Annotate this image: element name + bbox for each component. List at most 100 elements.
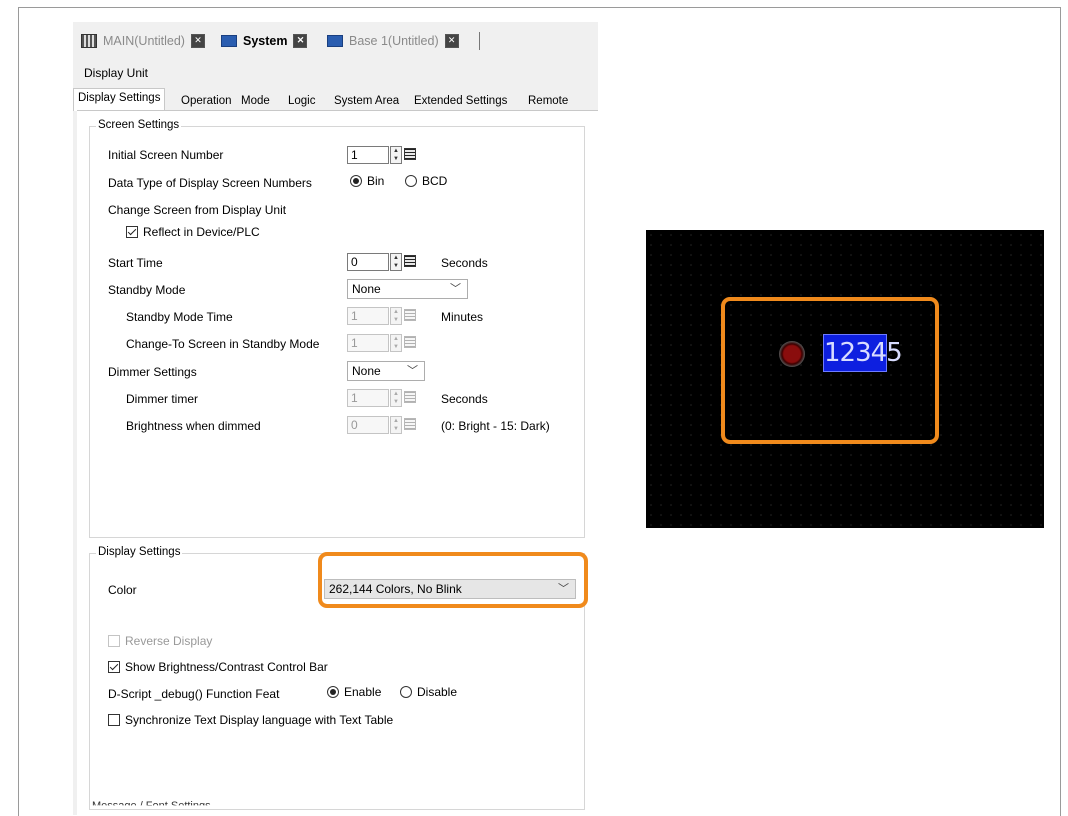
- radio-bin-label: Bin: [367, 174, 385, 188]
- dimmer-timer-unit: Seconds: [441, 392, 488, 406]
- radio-selected-icon[interactable]: [327, 686, 339, 698]
- group-legend: Display Settings: [96, 546, 183, 558]
- tab-system-area[interactable]: System Area: [329, 91, 404, 112]
- tab-operation[interactable]: Operation: [176, 91, 237, 112]
- change-to-label: Change-To Screen in Standby Mode: [126, 337, 320, 351]
- standby-time-spinner[interactable]: 1 ▲ ▼: [347, 307, 416, 325]
- keypad-icon[interactable]: [404, 255, 416, 267]
- dimmer-timer-label: Dimmer timer: [126, 392, 198, 406]
- initial-screen-label: Initial Screen Number: [108, 148, 224, 162]
- tab-mode[interactable]: Mode: [236, 91, 275, 112]
- dscript-label: D-Script _debug() Function Feat: [108, 687, 280, 701]
- dimmer-timer-input[interactable]: 1: [347, 389, 389, 407]
- brightness-spinner[interactable]: 0 ▲ ▼: [347, 416, 416, 434]
- color-label: Color: [108, 583, 137, 597]
- standby-mode-value: None: [352, 282, 381, 296]
- show-brightness-checkbox[interactable]: Show Brightness/Contrast Control Bar: [108, 660, 328, 674]
- close-icon[interactable]: ✕: [293, 34, 308, 48]
- tab-base1[interactable]: Base 1(Untitled) ✕: [327, 31, 459, 51]
- spinner-arrows-icon[interactable]: ▲ ▼: [390, 307, 402, 325]
- keypad-icon[interactable]: [404, 309, 416, 321]
- tab-content: Screen Settings Initial Screen Number 1 …: [77, 110, 598, 816]
- spinner-arrows-icon[interactable]: ▲ ▼: [390, 146, 402, 164]
- tab-system-label: System: [243, 34, 288, 48]
- sync-text-checkbox[interactable]: Synchronize Text Display language with T…: [108, 713, 393, 727]
- start-time-spinner[interactable]: 0 ▲ ▼: [347, 253, 416, 271]
- brightness-input[interactable]: 0: [347, 416, 389, 434]
- standby-time-unit: Minutes: [441, 310, 484, 324]
- change-to-input[interactable]: 1: [347, 334, 389, 352]
- brightness-hint: (0: Bright - 15: Dark): [441, 419, 550, 433]
- tab-extended-settings[interactable]: Extended Settings: [409, 91, 512, 112]
- preview-highlight-box: [721, 297, 939, 444]
- reverse-display-label: Reverse Display: [125, 634, 213, 648]
- radio-icon[interactable]: [405, 175, 417, 187]
- spinner-arrows-icon[interactable]: ▲ ▼: [390, 389, 402, 407]
- keypad-icon[interactable]: [404, 336, 416, 348]
- radio-bcd[interactable]: BCD: [405, 174, 447, 188]
- screen-icon: [327, 35, 343, 47]
- radio-enable-label: Enable: [344, 685, 382, 699]
- standby-mode-label: Standby Mode: [108, 283, 186, 297]
- dimmer-value: None: [352, 364, 381, 378]
- radio-bcd-label: BCD: [422, 174, 448, 188]
- group-legend: Screen Settings: [96, 119, 182, 131]
- sync-text-label: Synchronize Text Display language with T…: [125, 713, 394, 727]
- reverse-display-checkbox[interactable]: Reverse Display: [108, 634, 212, 648]
- dimmer-label: Dimmer Settings: [108, 365, 197, 379]
- standby-time-input[interactable]: 1: [347, 307, 389, 325]
- change-screen-label: Change Screen from Display Unit: [108, 203, 287, 217]
- screen-settings-group: Screen Settings Initial Screen Number 1 …: [89, 119, 585, 538]
- dimmer-select[interactable]: None ﹀: [347, 361, 425, 381]
- start-time-unit: Seconds: [441, 256, 488, 270]
- chevron-down-icon: ﹀: [407, 365, 418, 377]
- screen-preview: 12345: [646, 230, 1044, 528]
- change-to-spinner[interactable]: 1 ▲ ▼: [347, 334, 416, 352]
- chevron-down-icon: ﹀: [450, 283, 461, 295]
- color-highlight-box: [318, 552, 588, 608]
- keypad-icon[interactable]: [404, 418, 416, 430]
- screen-icon: [221, 35, 237, 47]
- data-type-label: Data Type of Display Screen Numbers: [108, 176, 312, 190]
- standby-mode-select[interactable]: None ﹀: [347, 279, 468, 299]
- close-icon[interactable]: ✕: [190, 34, 205, 48]
- initial-screen-input[interactable]: 1: [347, 146, 389, 164]
- initial-screen-spinner[interactable]: 1 ▲ ▼: [347, 146, 416, 164]
- tab-system[interactable]: System ✕: [221, 31, 308, 51]
- show-brightness-label: Show Brightness/Contrast Control Bar: [125, 660, 328, 674]
- tab-display-settings[interactable]: Display Settings: [73, 88, 166, 111]
- tab-base1-label: Base 1(Untitled): [349, 34, 439, 48]
- close-icon[interactable]: ✕: [444, 34, 459, 48]
- checkbox-icon[interactable]: [108, 635, 120, 647]
- keypad-icon[interactable]: [404, 391, 416, 403]
- spinner-arrows-icon[interactable]: ▲ ▼: [390, 253, 402, 271]
- reflect-checkbox[interactable]: Reflect in Device/PLC: [126, 225, 260, 239]
- spinner-arrows-icon[interactable]: ▲ ▼: [390, 416, 402, 434]
- start-time-input[interactable]: 0: [347, 253, 389, 271]
- checkbox-icon[interactable]: [108, 714, 120, 726]
- keypad-icon[interactable]: [404, 148, 416, 160]
- checkbox-checked-icon[interactable]: [108, 661, 120, 673]
- document-tab-bar: MAIN(Untitled) ✕ System ✕ Base 1(Untitle…: [73, 22, 598, 61]
- tab-logic[interactable]: Logic: [283, 91, 321, 112]
- dimmer-timer-spinner[interactable]: 1 ▲ ▼: [347, 389, 416, 407]
- tab-main[interactable]: MAIN(Untitled) ✕: [81, 31, 205, 51]
- reflect-label: Reflect in Device/PLC: [143, 225, 260, 239]
- radio-bin[interactable]: Bin: [350, 174, 384, 188]
- radio-selected-icon[interactable]: [350, 175, 362, 187]
- spinner-arrows-icon[interactable]: ▲ ▼: [390, 334, 402, 352]
- screen-grid-icon: [81, 34, 97, 48]
- radio-disable-label: Disable: [417, 685, 458, 699]
- checkbox-checked-icon[interactable]: [126, 226, 138, 238]
- tab-remote-view[interactable]: Remote View: [523, 91, 598, 126]
- settings-tab-strip: Display Settings Operation Mode Logic Sy…: [73, 88, 598, 126]
- radio-enable[interactable]: Enable: [327, 685, 381, 699]
- display-unit-panel: Display Unit Display Settings Operation …: [73, 60, 598, 816]
- brightness-label: Brightness when dimmed: [126, 419, 261, 433]
- tab-divider: [479, 32, 480, 50]
- radio-icon[interactable]: [400, 686, 412, 698]
- radio-disable[interactable]: Disable: [400, 685, 457, 699]
- standby-time-label: Standby Mode Time: [126, 310, 233, 324]
- panel-title: Display Unit: [84, 66, 149, 80]
- tab-main-label: MAIN(Untitled): [103, 34, 185, 48]
